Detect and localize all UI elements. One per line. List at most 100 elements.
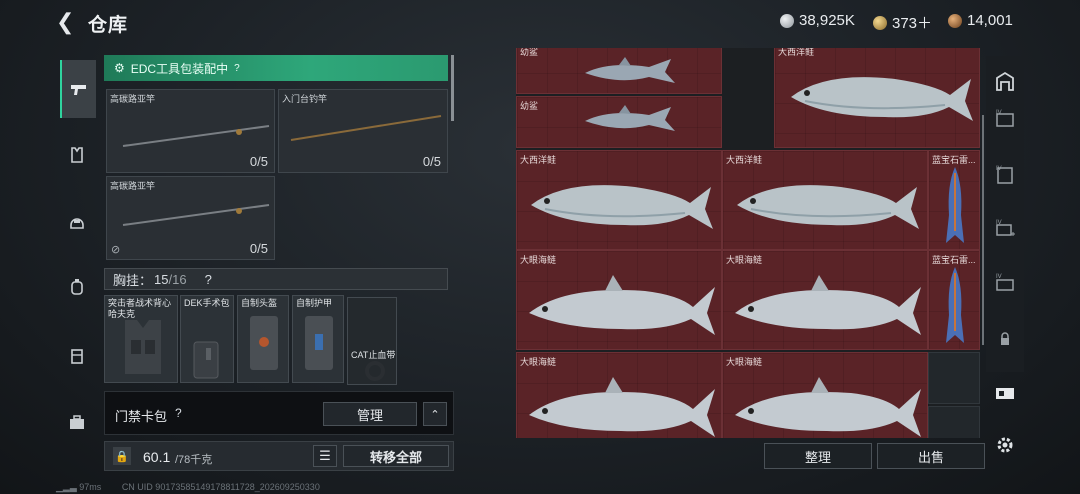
grid-empty-cell[interactable] xyxy=(928,352,980,404)
item-label: 自制头盔 xyxy=(241,298,278,308)
rod-slot-label: 入门台钓竿 xyxy=(282,94,328,104)
edc-toolkit-banner[interactable]: ⚙ EDC工具包装配中 ? xyxy=(104,55,448,81)
nav-backpack[interactable] xyxy=(60,270,94,304)
item-label: 幼鲨 xyxy=(520,48,539,57)
grid-item-shark-2[interactable]: 幼鲨 xyxy=(516,96,722,148)
tarpon-icon xyxy=(735,377,921,437)
nav-bag[interactable] xyxy=(60,338,94,372)
transfer-all-button[interactable]: 转移全部 xyxy=(343,445,449,467)
grid-item-sapphire-2[interactable]: 蓝宝石雷... xyxy=(928,250,980,350)
nav-weapon[interactable] xyxy=(60,60,96,118)
item-label: 大西洋鲑 xyxy=(520,155,557,165)
manage-button[interactable]: 管理 xyxy=(323,402,417,426)
storage-icon[interactable] xyxy=(990,66,1020,96)
helmet-icon xyxy=(70,218,84,229)
list-icon[interactable]: ☰ xyxy=(313,445,337,467)
nav-vest[interactable] xyxy=(60,138,94,172)
rod-slot-count: 0/5 xyxy=(249,241,268,256)
signal-icon: ▁▂▃ xyxy=(56,482,77,492)
surgery-kit-icon xyxy=(193,341,219,379)
lock-icon[interactable] xyxy=(990,324,1020,354)
chest-item-surgery-kit[interactable]: DEK手术包 xyxy=(180,295,234,383)
fishing-rod-icon xyxy=(122,204,270,226)
silver-coin-icon xyxy=(780,13,794,28)
rod-slot-2[interactable]: 入门台钓竿 0/5 xyxy=(278,89,448,173)
item-label: 大眼海鲢 xyxy=(726,357,763,367)
atlantic-salmon-icon xyxy=(737,185,919,229)
currency-silver: 38,925K xyxy=(780,12,855,29)
chevron-up-icon[interactable]: ⌃ xyxy=(423,402,447,426)
help-icon[interactable]: ? xyxy=(205,272,212,287)
atlantic-salmon-icon xyxy=(531,185,713,229)
tourniquet-icon xyxy=(365,361,385,381)
card-icon[interactable] xyxy=(990,378,1020,408)
weight-bar: 🔒 60.1 /78千克 ☰ 转移全部 xyxy=(104,441,454,471)
grid-item-salmon-b[interactable]: 大西洋鲑 xyxy=(722,150,928,250)
grid-item-tarpon-b[interactable]: 大眼海鲢 xyxy=(722,250,928,350)
item-label: 大眼海鲢 xyxy=(520,357,557,367)
rod-slot-count: 0/5 xyxy=(249,154,268,169)
currency-silver-value: 38,925K xyxy=(799,12,855,29)
chest-item-tourniquet[interactable]: CAT止血带 xyxy=(347,297,397,385)
case-icon: IV xyxy=(996,110,1014,127)
grid-item-shark-1[interactable]: 幼鲨 xyxy=(516,48,722,94)
grid-item-tarpon-a[interactable]: 大眼海鲢 xyxy=(516,250,722,350)
uid-text: CN UID 90173585149178811728_202609250330 xyxy=(121,482,320,492)
sort-button[interactable]: 整理 xyxy=(764,443,872,469)
help-icon[interactable]: ? xyxy=(175,406,182,420)
help-icon[interactable]: ? xyxy=(234,63,240,74)
storage-tier-iv-3[interactable]: IV xyxy=(990,214,1020,244)
atlantic-salmon-icon xyxy=(791,77,973,121)
nav-helmet[interactable] xyxy=(60,204,94,238)
warehouse-icon xyxy=(996,71,1014,91)
toolbox-icon xyxy=(70,415,84,429)
bag-icon xyxy=(71,349,83,364)
storage-tier-iv-4[interactable]: IV xyxy=(990,268,1020,298)
grid-scrollbar[interactable] xyxy=(982,115,984,345)
lock-icon[interactable]: 🔒 xyxy=(113,447,131,465)
left-panel-scrollbar[interactable] xyxy=(451,55,454,121)
currency-bronze: 14,001 xyxy=(948,12,1013,29)
vest-icon xyxy=(71,147,83,163)
footer-info: ▁▂▃ 97ms CN UID 90173585149178811728_202… xyxy=(56,482,320,493)
chest-item-helmet[interactable]: 自制头盔 xyxy=(237,295,289,383)
card-pack-label: 门禁卡包 xyxy=(115,409,168,424)
gear-icon: ⚙ xyxy=(114,61,125,75)
grid-item-salmon-large[interactable]: 大西洋鲑 xyxy=(774,48,980,148)
sell-button[interactable]: 出售 xyxy=(877,443,985,469)
grid-item-tarpon-c[interactable]: 大眼海鲢 xyxy=(516,352,722,438)
currency-gold-value: 373＋ xyxy=(892,15,933,32)
svg-text:IV: IV xyxy=(996,166,1002,172)
ping-value: 97ms xyxy=(79,482,102,492)
juvenile-shark-icon xyxy=(585,105,675,131)
juvenile-shark-icon xyxy=(585,57,675,83)
chest-item-armor[interactable]: 自制护甲 xyxy=(292,295,344,383)
back-icon[interactable]: ❮ xyxy=(56,10,78,34)
chest-rig-total: /16 xyxy=(168,271,187,287)
tarpon-icon xyxy=(735,275,921,335)
settings-gear-icon[interactable] xyxy=(990,430,1020,460)
svg-text:IV: IV xyxy=(996,274,1002,280)
nav-toolbox[interactable] xyxy=(60,405,94,439)
currency-gold[interactable]: 373＋ xyxy=(873,12,932,33)
homemade-armor-icon xyxy=(305,316,333,370)
item-label: 幼鲨 xyxy=(520,101,539,111)
storage-tier-iv-2[interactable]: IV xyxy=(990,160,1020,190)
item-label: 大眼海鲢 xyxy=(520,255,557,265)
item-label: 自制护甲 xyxy=(296,298,333,308)
chest-item-tactical-vest[interactable]: 突击者战术背心 哈夫克 xyxy=(104,295,178,383)
inventory-grid[interactable]: 幼鲨 幼鲨 大西洋鲑 大西洋鲑 大西洋鲑 蓝宝石雷... 大眼海鲢 大眼海鲢 蓝… xyxy=(516,48,980,438)
page-title: 仓库 xyxy=(88,15,129,36)
grid-item-salmon-a[interactable]: 大西洋鲑 xyxy=(516,150,722,250)
item-label: DEK手术包 xyxy=(184,298,230,308)
fishing-rod-icon xyxy=(290,115,442,141)
weight-value: 60.1 xyxy=(143,449,171,465)
grid-item-tarpon-d[interactable]: 大眼海鲢 xyxy=(722,352,928,438)
storage-tier-iv-1[interactable]: IV xyxy=(990,104,1020,134)
rod-slot-3[interactable]: 高碳路亚竿 ⊘ 0/5 xyxy=(106,176,275,260)
case-icon: IV xyxy=(996,274,1014,291)
grid-empty-cell[interactable] xyxy=(928,406,980,438)
grid-item-sapphire-1[interactable]: 蓝宝石雷... xyxy=(928,150,980,250)
bronze-coin-icon xyxy=(948,13,962,28)
rod-slot-1[interactable]: 高碳路亚竿 0/5 xyxy=(106,89,275,173)
